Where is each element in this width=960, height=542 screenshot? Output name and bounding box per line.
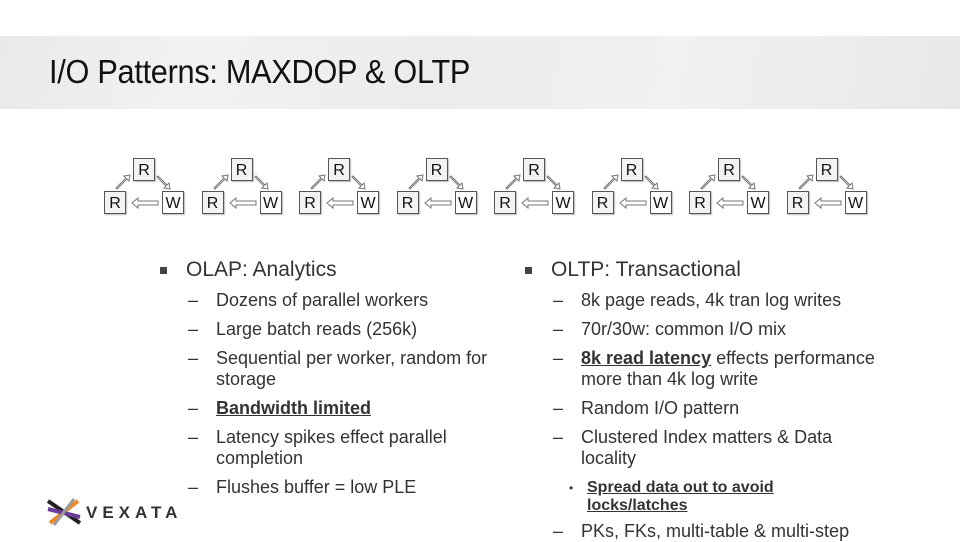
vexata-logo-icon [46, 498, 82, 526]
arrow-down-right-icon [448, 175, 464, 190]
arrow-up-right-icon [602, 174, 619, 190]
item-text: Latency spikes effect parallel completio… [216, 427, 447, 468]
arrow-up-right-icon [505, 174, 521, 190]
arrow-up-right-icon [115, 174, 131, 190]
item-text: Clustered Index matters & Data locality [581, 427, 833, 468]
list-item: – Clustered Index matters & Data locality [553, 427, 833, 468]
square-bullet-icon [160, 267, 167, 274]
arrow-down-right-icon [156, 175, 171, 190]
list-item: – Sequential per worker, random for stora… [188, 348, 488, 389]
arrow-left-icon [131, 196, 159, 210]
item-text: 70r/30w: common I/O mix [581, 319, 787, 339]
list-item: –70r/30w: common I/O mix [553, 319, 787, 339]
list-item: –8k read latency effects performance mor… [553, 348, 875, 389]
arrow-left-icon [423, 196, 451, 210]
list-item: – Large batch reads (256k) [188, 319, 418, 339]
item-text: Sequential per worker, random for storag… [216, 348, 488, 389]
arrow-left-icon [521, 196, 549, 210]
arrow-up-right-icon [407, 174, 424, 190]
list-item: – Random I/O pattern [553, 398, 740, 418]
list-item: – Latency spikes effect parallel completi… [188, 427, 447, 468]
item-text-emphasis: 8k read latency [581, 348, 712, 368]
item-text: Random I/O pattern [581, 398, 740, 418]
item-text-emphasis: Bandwidth limited [216, 398, 371, 418]
arrow-down-right-icon [351, 175, 366, 190]
oltp-column: OLTP: Transactional –8k page reads, 4k t… [525, 258, 921, 542]
olap-heading: OLAP: Analytics [160, 258, 506, 282]
list-item: – Flushes buffer = low PLE [188, 477, 417, 497]
arrow-left-icon [326, 196, 354, 210]
arrow-down-right-icon [546, 175, 561, 190]
list-item-cutoff: – PKs, FKs, multi-table & multi-step [553, 521, 850, 541]
olap-column: OLAP: Analytics – Dozens of parallel work… [160, 258, 506, 498]
arrow-down-right-icon [741, 175, 756, 190]
sub-item-text: Spread data out to avoid locks/latches [587, 479, 774, 514]
arrow-left-icon [813, 196, 841, 210]
logo-wordmark: VEXATA [86, 503, 183, 522]
list-item: –8k page reads, 4k tran log writes [553, 290, 842, 310]
arrow-left-icon [716, 196, 744, 210]
olap-heading-text: OLAP: Analytics [186, 258, 337, 281]
arrow-left-icon [228, 196, 256, 210]
item-text: Dozens of parallel workers [216, 290, 429, 310]
item-text: Large batch reads (256k) [216, 319, 418, 339]
item-text: 8k page reads, 4k tran log writes [581, 290, 842, 310]
sub-list-item: • Spread data out to avoid locks/latches [569, 479, 774, 514]
item-text: Flushes buffer = low PLE [216, 477, 417, 497]
list-item: – Bandwidth limited [188, 398, 371, 418]
oltp-heading-text: OLTP: Transactional [551, 258, 741, 281]
arrow-down-right-icon [838, 175, 854, 190]
slide-title: I/O Patterns: MAXDOP & OLTP [49, 53, 471, 90]
arrow-down-right-icon [253, 175, 269, 190]
arrow-up-right-icon [212, 174, 229, 190]
arrow-up-right-icon [797, 174, 814, 190]
item-text: PKs, FKs, multi-table & multi-step [581, 521, 850, 541]
arrow-left-icon [618, 196, 646, 210]
arrow-down-right-icon [643, 175, 659, 190]
square-bullet-icon [525, 267, 532, 274]
oltp-heading: OLTP: Transactional [525, 258, 921, 282]
arrow-up-right-icon [310, 174, 326, 190]
arrow-up-right-icon [700, 174, 716, 190]
list-item: – Dozens of parallel workers [188, 290, 429, 310]
